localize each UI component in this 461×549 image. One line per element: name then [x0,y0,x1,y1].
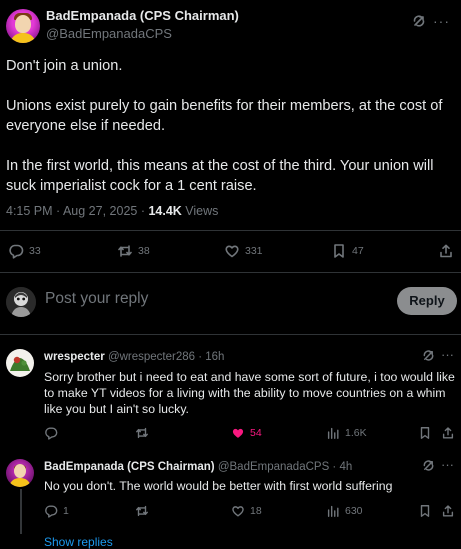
main-action-bar: 33 38 331 47 [0,243,461,265]
reply-text: Sorry brother but i need to eat and have… [44,370,455,416]
reply-count: 33 [29,245,41,257]
divider [0,230,461,231]
bookmark-icon [334,244,344,258]
tweet-paragraph: Don't join a union. [6,58,123,74]
heart-filled-icon [232,428,244,438]
view-count: 630 [345,505,363,517]
view-count: 14.4K [148,204,182,218]
repost-action[interactable] [135,426,154,440]
like-count: 18 [250,505,262,517]
views-action[interactable]: 630 [326,504,363,518]
main-tweet-header: BadEmpanada (CPS Chairman) @BadEmpanadaC… [6,8,456,48]
reply-icon [45,427,58,440]
repost-action[interactable] [135,504,154,518]
tweet-paragraph: In the first world, this means at the co… [6,158,434,194]
grok-icon[interactable] [412,14,426,28]
bookmark-action[interactable] [418,426,432,440]
heart-icon [232,506,244,517]
more-options-icon[interactable]: ··· [433,13,450,29]
reply-avatar[interactable] [6,459,34,487]
share-icon [442,427,454,439]
heart-icon [225,245,239,258]
like-count: 54 [250,427,262,439]
share-icon [442,505,454,517]
bookmark-count: 47 [352,245,364,257]
reply-icon [9,244,24,259]
reply-text: No you don't. The world would be better … [44,479,393,493]
more-options-icon[interactable]: ··· [441,347,454,362]
reply-input[interactable]: Post your reply [45,290,148,308]
bookmark-action[interactable]: 47 [331,243,364,259]
share-action[interactable] [441,426,455,440]
view-count: 1.6K [345,427,367,439]
grok-icon[interactable] [422,349,435,362]
reply-action[interactable] [44,426,63,440]
views-label: Views [181,204,219,218]
divider [0,334,461,335]
reply-action-bar: 1 18 630 [0,504,461,526]
repost-count: 38 [138,245,150,257]
author-avatar[interactable] [6,9,40,43]
show-replies-link[interactable]: Show replies [44,535,113,549]
like-count: 331 [245,245,263,257]
reply-header: wrespecter @wrespecter286 · 16h [44,351,224,363]
reply-action[interactable]: 1 [44,504,69,518]
bookmark-action[interactable] [418,504,432,518]
divider [0,272,461,273]
repost-action[interactable]: 38 [117,243,150,259]
reply-action-bar: 54 1.6K [0,426,461,448]
author-name[interactable]: BadEmpanada (CPS Chairman) [46,8,239,23]
views-icon [327,427,339,439]
reply-icon [45,505,58,518]
reply-author-handle[interactable]: @wrespecter286 [108,351,195,363]
reply-author-name[interactable]: wrespecter [44,351,105,363]
reply-time[interactable]: · 16h [195,351,224,363]
share-action[interactable] [441,504,455,518]
reply-author-handle[interactable]: @BadEmpanadaCPS [218,461,329,473]
reply-avatar[interactable] [6,349,34,377]
share-action[interactable] [438,243,454,259]
repost-icon [136,427,148,439]
author-handle[interactable]: @BadEmpanadaCPS [46,26,239,41]
reply-action[interactable]: 33 [8,243,41,259]
reply-count: 1 [63,505,69,517]
tweet-body: Don't join a union. Unions exist purely … [6,56,454,216]
reply-header: BadEmpanada (CPS Chairman) @BadEmpanadaC… [44,461,352,473]
share-icon [440,244,452,258]
views-icon [327,505,339,517]
like-action[interactable]: 331 [224,243,263,259]
current-user-avatar[interactable] [6,287,36,317]
like-action[interactable]: 18 [231,504,262,518]
grok-icon[interactable] [422,459,435,472]
repost-icon [118,245,132,257]
like-action[interactable]: 54 [231,426,262,440]
reply-time[interactable]: · 4h [329,461,352,473]
repost-icon [136,505,148,517]
bookmark-icon [420,427,430,439]
tweet-meta: 4:15 PM · Aug 27, 2025 · 14.4K Views [6,204,218,218]
tweet-timestamp[interactable]: 4:15 PM · Aug 27, 2025 · [6,204,148,218]
bookmark-icon [420,505,430,517]
views-action[interactable]: 1.6K [326,426,367,440]
reply-author-name[interactable]: BadEmpanada (CPS Chairman) [44,461,215,473]
tweet-paragraph: Unions exist purely to gain benefits for… [6,98,443,134]
reply-button[interactable]: Reply [397,287,457,315]
more-options-icon[interactable]: ··· [441,457,454,472]
